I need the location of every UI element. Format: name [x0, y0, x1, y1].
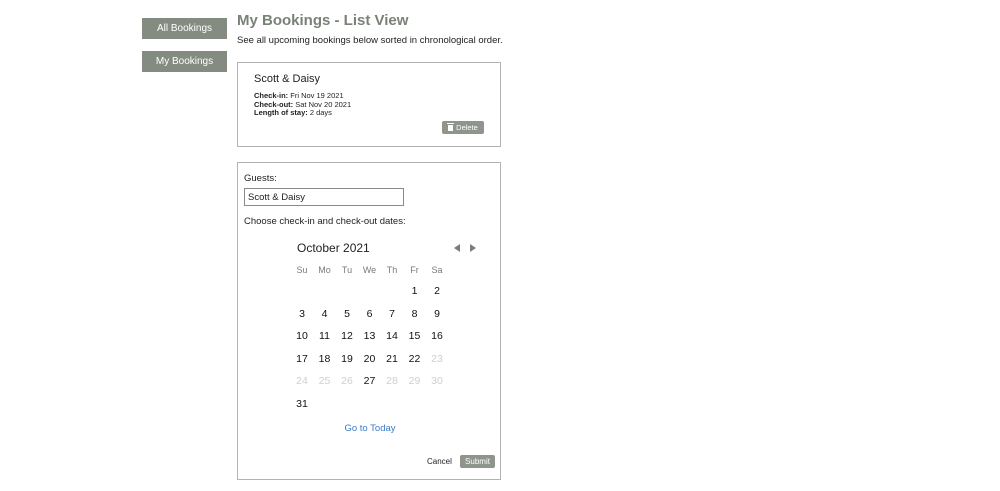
guests-label: Guests:	[244, 173, 277, 184]
dates-label: Choose check-in and check-out dates:	[244, 216, 406, 227]
length-label: Length of stay:	[254, 108, 308, 117]
calendar-day[interactable]: 10	[291, 330, 313, 342]
calendar-day[interactable]: 22	[404, 353, 426, 365]
weekday-header: Mo	[318, 265, 331, 275]
calendar-day[interactable]: 17	[291, 353, 313, 365]
page-subtitle: See all upcoming bookings below sorted i…	[237, 35, 503, 46]
calendar-day[interactable]: 6	[359, 308, 381, 320]
calendar-day[interactable]: 15	[404, 330, 426, 342]
previous-month-icon[interactable]	[454, 244, 460, 252]
weekday-header: Th	[386, 265, 398, 275]
page-title: My Bookings - List View	[237, 12, 409, 29]
weekday-header: Su	[296, 265, 308, 275]
calendar-day[interactable]: 5	[336, 308, 358, 320]
calendar-day[interactable]: 4	[314, 308, 336, 320]
calendar-day[interactable]: 11	[314, 330, 336, 342]
trash-icon	[447, 122, 455, 131]
weekday-header: Fr	[410, 265, 419, 275]
booking-guest-name: Scott & Daisy	[254, 73, 321, 85]
calendar-day[interactable]: 3	[291, 308, 313, 320]
calendar-month-title: October 2021	[297, 241, 370, 255]
next-month-icon[interactable]	[470, 244, 476, 252]
calendar-day[interactable]: 7	[381, 308, 403, 320]
my-bookings-button[interactable]: My Bookings	[142, 51, 227, 72]
calendar-day[interactable]: 21	[381, 353, 403, 365]
weekday-header: We	[362, 265, 377, 275]
calendar-day: 29	[408, 375, 421, 388]
guests-input[interactable]	[244, 188, 404, 206]
submit-button[interactable]: Submit	[460, 455, 495, 468]
calendar-day[interactable]: 31	[291, 398, 313, 410]
booking-card: Scott & Daisy Check-in: Fri Nov 19 2021 …	[237, 62, 501, 147]
calendar-day: 25	[318, 375, 331, 388]
calendar-day[interactable]: 18	[314, 353, 336, 365]
calendar-day: 28	[386, 375, 398, 388]
booking-form: Guests: Choose check-in and check-out da…	[237, 162, 501, 480]
calendar-day[interactable]: 16	[426, 330, 448, 342]
calendar-day[interactable]: 19	[336, 353, 358, 365]
cancel-button[interactable]: Cancel	[427, 457, 452, 466]
calendar-day[interactable]: 1	[404, 285, 426, 297]
weekday-header: Sa	[431, 265, 443, 275]
delete-button[interactable]: Delete	[442, 121, 484, 134]
calendar-day[interactable]: 27	[359, 375, 381, 387]
calendar-day[interactable]: 9	[426, 308, 448, 320]
calendar-day[interactable]: 13	[359, 330, 381, 342]
length-value: 2 days	[307, 108, 332, 117]
calendar-day[interactable]: 8	[404, 308, 426, 320]
calendar-day[interactable]: 12	[336, 330, 358, 342]
calendar-day[interactable]: 14	[381, 330, 403, 342]
go-to-today-link[interactable]: Go to Today	[238, 423, 502, 434]
calendar-day[interactable]: 2	[426, 285, 448, 297]
length-row: Length of stay: 2 days	[254, 108, 332, 117]
all-bookings-button[interactable]: All Bookings	[142, 18, 227, 39]
delete-label: Delete	[456, 123, 478, 132]
calendar-day: 30	[431, 375, 443, 388]
weekday-header: Tu	[341, 265, 353, 275]
calendar-day: 23	[431, 352, 443, 365]
calendar-day[interactable]: 20	[359, 353, 381, 365]
calendar-day: 24	[296, 375, 308, 388]
calendar-day: 26	[341, 375, 353, 388]
